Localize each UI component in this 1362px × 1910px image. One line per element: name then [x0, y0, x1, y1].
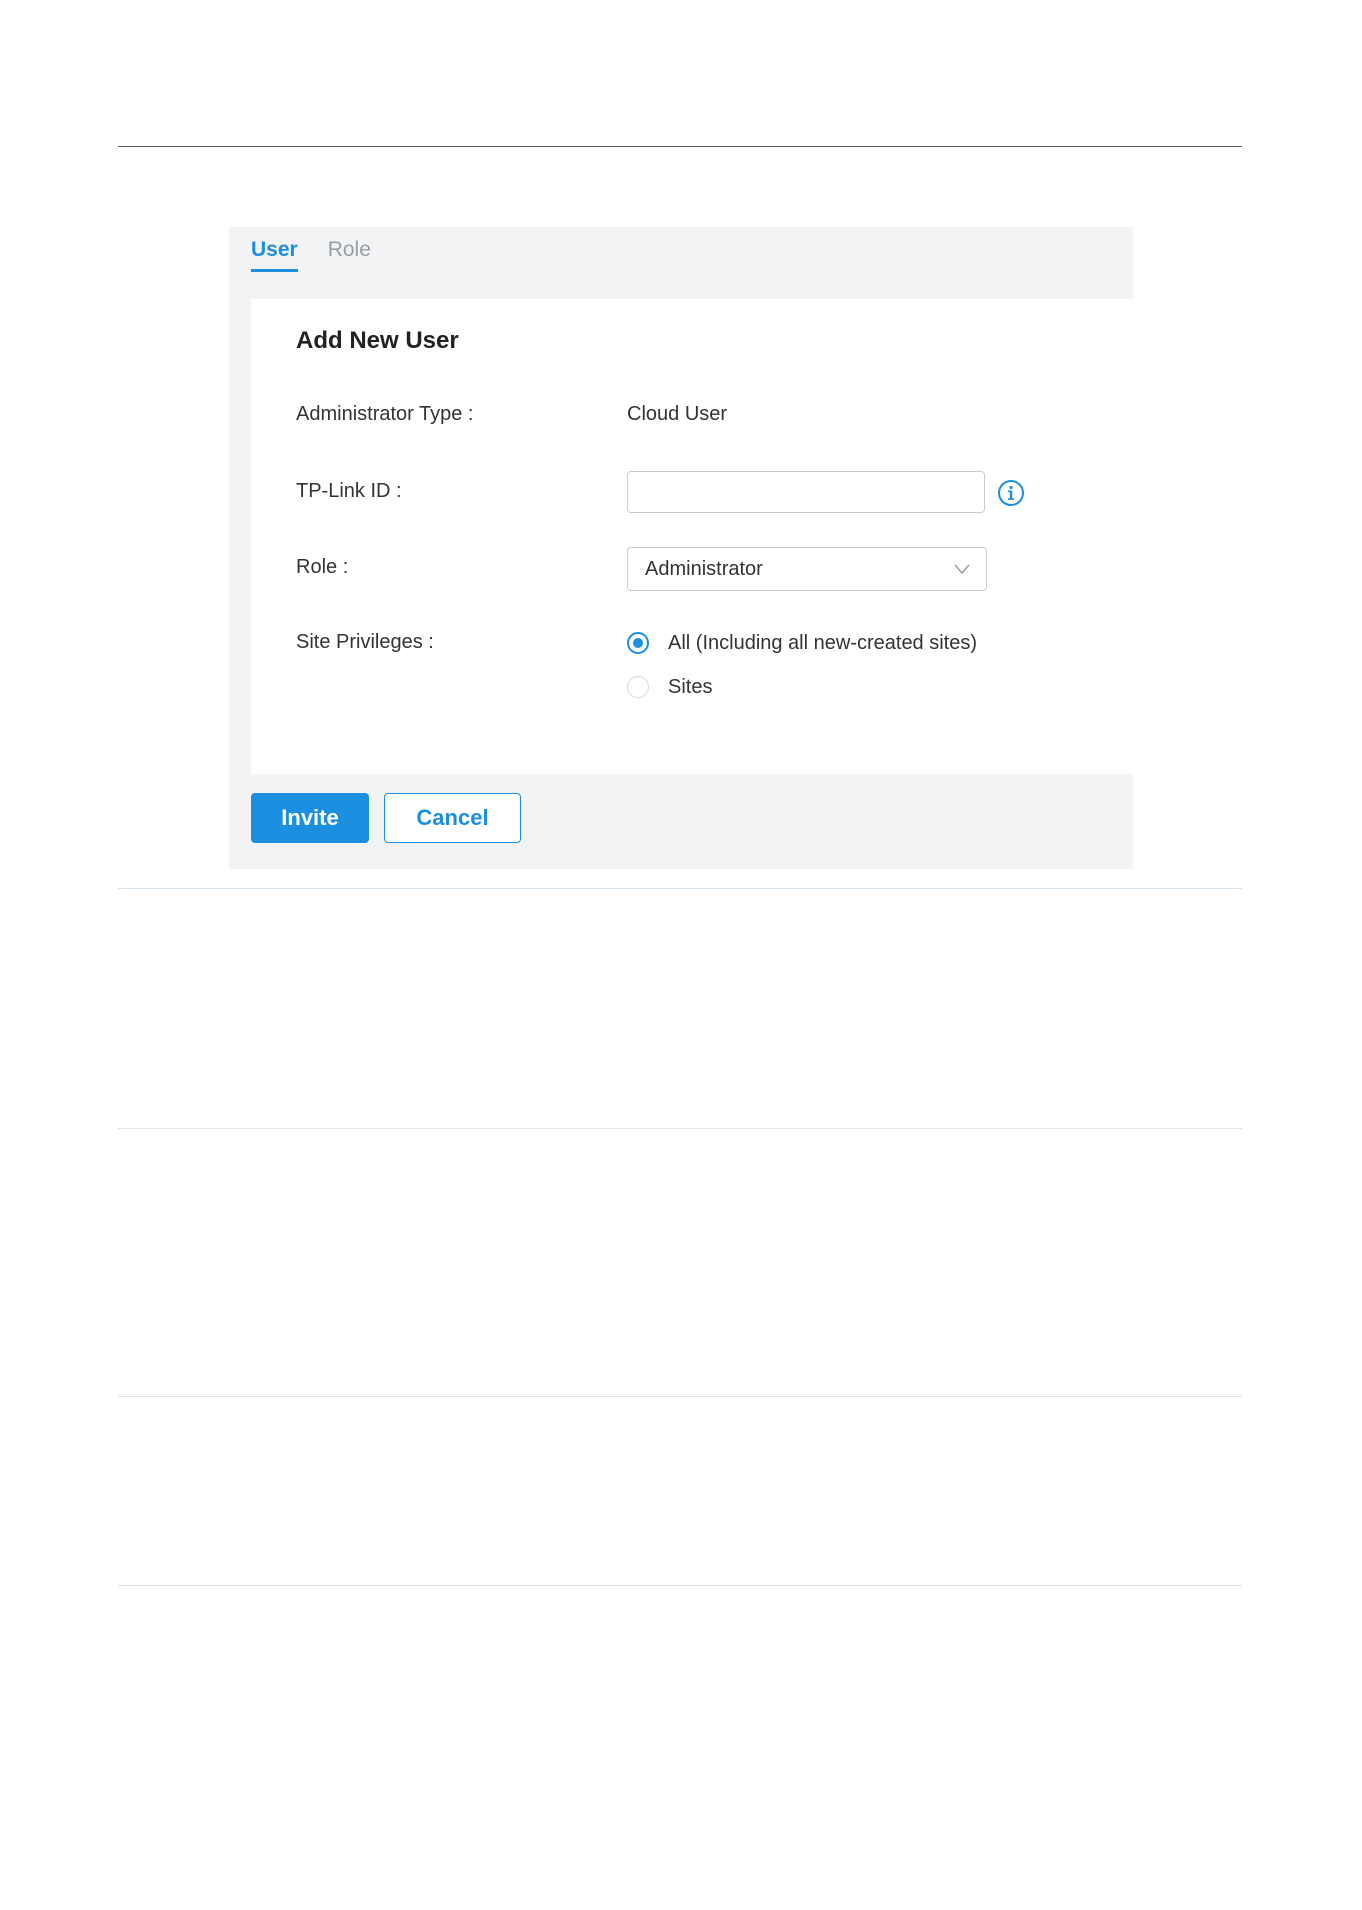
top-divider [118, 146, 1242, 147]
add-user-form: Add New User Administrator Type : Cloud … [251, 299, 1133, 774]
document-page: User Role Add New User Administrator Typ… [0, 0, 1362, 1910]
tab-user[interactable]: User [251, 235, 298, 272]
radio-all[interactable] [627, 632, 649, 654]
role-select-value: Administrator [645, 558, 763, 580]
tab-bar: User Role [251, 235, 371, 275]
invite-button[interactable]: Invite [251, 793, 369, 843]
tplink-id-input[interactable] [627, 471, 985, 513]
administrator-type-value: Cloud User [627, 403, 728, 425]
radio-all-label: All (Including all new-created sites) [668, 631, 978, 654]
site-privileges-option-sites[interactable]: Sites [627, 672, 712, 702]
divider-1 [118, 888, 1242, 889]
info-icon[interactable] [997, 479, 1025, 507]
cancel-button[interactable]: Cancel [384, 793, 521, 843]
user-management-screenshot: User Role Add New User Administrator Typ… [229, 227, 1133, 869]
divider-4 [118, 1585, 1242, 1586]
divider-2 [118, 1128, 1242, 1129]
administrator-type-label: Administrator Type : [296, 403, 474, 425]
site-privileges-option-all[interactable]: All (Including all new-created sites) [627, 628, 977, 658]
tplink-id-label: TP-Link ID : [296, 480, 402, 502]
role-label: Role : [296, 556, 349, 578]
radio-sites[interactable] [627, 676, 649, 698]
form-title: Add New User [296, 327, 459, 354]
divider-3 [118, 1396, 1242, 1397]
radio-sites-label: Sites [668, 675, 713, 698]
role-select[interactable]: Administrator [627, 547, 987, 591]
tab-role[interactable]: Role [328, 235, 371, 269]
site-privileges-label: Site Privileges : [296, 631, 434, 653]
chevron-down-icon [954, 564, 970, 575]
